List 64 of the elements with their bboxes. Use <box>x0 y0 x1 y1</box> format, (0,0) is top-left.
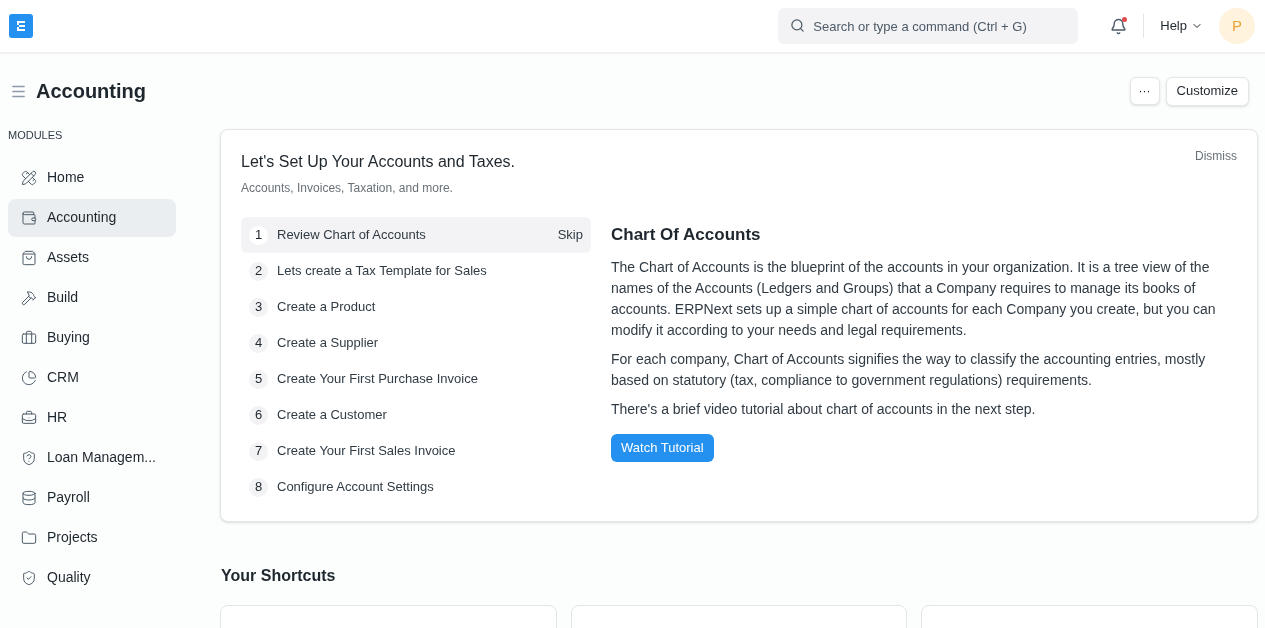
step-label: Configure Account Settings <box>277 478 435 497</box>
step-label: Lets create a Tax Template for Sales <box>277 262 488 281</box>
folder-icon <box>21 529 37 546</box>
sidebar-item[interactable]: Build <box>8 278 176 317</box>
sidebar-item[interactable]: Buying <box>8 318 176 357</box>
sidebar-item[interactable]: Payroll <box>8 478 176 517</box>
step-label: Create a Supplier <box>277 334 380 353</box>
database-icon <box>21 489 37 506</box>
step-number: 6 <box>249 405 268 425</box>
search-icon <box>790 18 806 33</box>
sidebar-item[interactable]: HR <box>8 398 176 437</box>
sidebar-item[interactable]: Accounting <box>8 198 176 237</box>
briefcase-icon <box>21 329 37 346</box>
step-number: 8 <box>249 477 268 497</box>
hammer-icon <box>21 289 37 306</box>
step-number: 1 <box>249 225 268 245</box>
step-label: Create a Product <box>277 298 377 317</box>
detail-paragraph: For each company, Chart of Accounts signifies the way to classify the accounting entries, mostly based on statutory (tax, compliance to government regulations) requirements. <box>611 349 1207 390</box>
card-title: Let's Set Up Your Accounts and Taxes. <box>241 152 516 172</box>
detail-title: Chart Of Accounts <box>611 224 762 246</box>
notification-icon[interactable] <box>1110 17 1128 35</box>
bag-icon <box>21 249 37 266</box>
onboarding-step[interactable]: 4 Create a Supplier <box>241 325 591 361</box>
onboarding-step[interactable]: 1 Review Chart of Accounts Skip <box>241 217 591 253</box>
sidebar-item[interactable]: Assets <box>8 238 176 277</box>
onboarding-step[interactable]: 3 Create a Product <box>241 289 591 325</box>
step-label: Create Your First Sales Invoice <box>277 442 457 461</box>
tools-icon <box>21 169 37 186</box>
section-title: Your Shortcuts <box>221 566 337 586</box>
sidebar-item[interactable]: Loan Managem... <box>8 438 176 477</box>
card-subtitle: Accounts, Invoices, Taxation, and more. <box>241 180 453 197</box>
sidebar-item[interactable]: Quality <box>8 558 176 597</box>
app-logo[interactable] <box>9 14 33 38</box>
sidebar-item[interactable]: CRM <box>8 358 176 397</box>
search-field[interactable]: Search or type a command (Ctrl + G) <box>778 8 1079 44</box>
shield-check-icon <box>21 569 37 586</box>
sidebar-item[interactable]: Projects <box>8 518 176 557</box>
onboarding-step[interactable]: 6 Create a Customer <box>241 397 591 433</box>
shield-icon <box>21 449 37 466</box>
dismiss-link[interactable]: Dismiss <box>1195 147 1237 165</box>
step-number: 4 <box>249 333 268 353</box>
wallet-icon <box>21 209 37 226</box>
detail-paragraph: There's a brief video tutorial about chart of accounts in the next step. <box>611 399 1037 419</box>
step-label: Create a Customer <box>277 406 388 425</box>
more-button[interactable]: ··· <box>1129 77 1160 105</box>
step-number: 7 <box>249 441 268 461</box>
step-number: 2 <box>249 261 268 281</box>
step-label: Review Chart of Accounts <box>277 226 427 245</box>
skip-button[interactable]: Skip <box>557 225 583 245</box>
detail-paragraph: The Chart of Accounts is the blueprint of the accounts in your organization. It is a tree view of the names of the Accounts (Ledgers and Groups) that a Company requires to manage its books of accounts. ERPNext sets up a simple chart of accounts for each Company you create, but you can modify it according to your needs and legal requirements. <box>611 257 1217 340</box>
onboarding-step[interactable]: 5 Create Your First Purchase Invoice <box>241 361 591 397</box>
briefcase-icon <box>21 409 37 426</box>
sidebar-item[interactable]: Home <box>8 158 176 197</box>
step-label: Create Your First Purchase Invoice <box>277 370 479 389</box>
sidebar-heading: MODULES <box>8 128 64 143</box>
onboarding-step[interactable]: 2 Lets create a Tax Template for Sales <box>241 253 591 289</box>
page-title: Accounting <box>36 79 146 104</box>
customize-button[interactable]: Customize <box>1165 76 1249 106</box>
pie-chart-icon <box>21 369 37 386</box>
step-number: 5 <box>249 369 268 389</box>
step-number: 3 <box>249 297 268 317</box>
onboarding-step[interactable]: 7 Create Your First Sales Invoice <box>241 433 591 469</box>
help-menu[interactable]: Help <box>1160 16 1203 36</box>
onboarding-step[interactable]: 8 Configure Account Settings <box>241 469 591 505</box>
